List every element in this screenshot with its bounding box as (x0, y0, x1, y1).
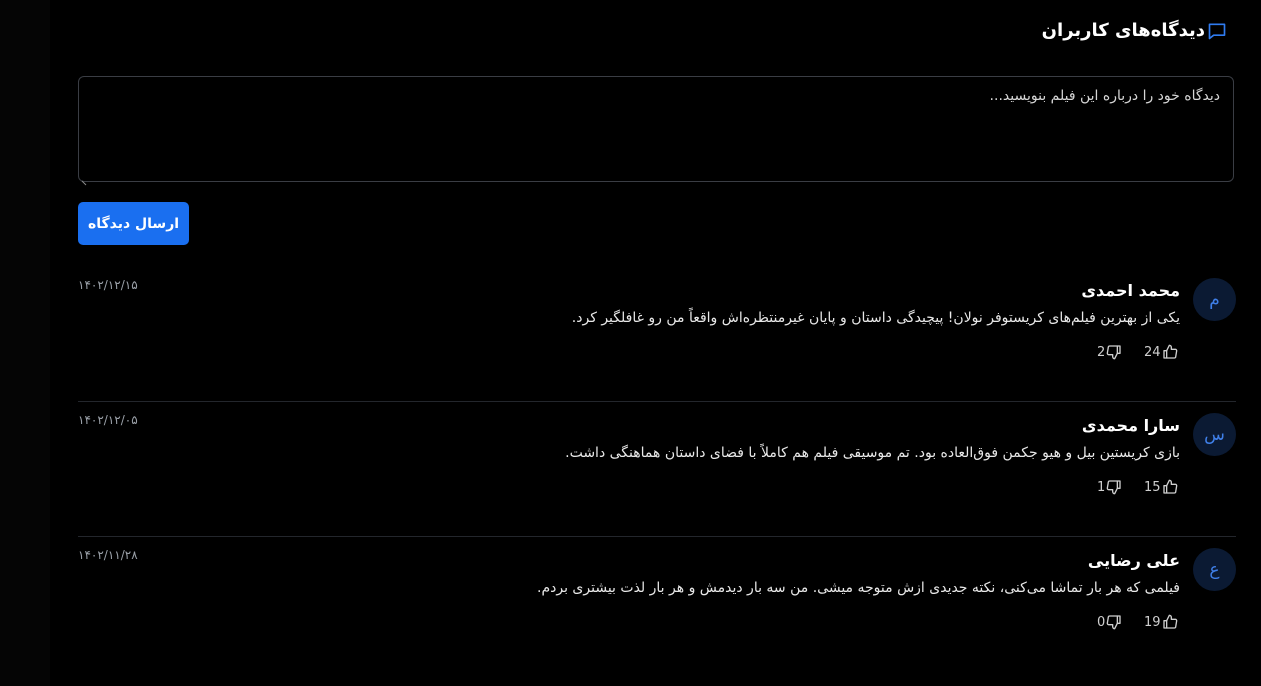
like-button[interactable]: 19 (1144, 614, 1178, 630)
like-button[interactable]: 24 (1144, 344, 1178, 360)
comment-date: ۱۴۰۲/۱۲/۰۵ (78, 413, 138, 427)
submit-comment-button[interactable]: ارسال دیدگاه (78, 202, 189, 245)
like-button[interactable]: 15 (1144, 479, 1178, 495)
dislike-count: 1 (1097, 479, 1106, 495)
thumbs-down-icon (1105, 614, 1122, 630)
thumbs-up-icon (1161, 344, 1178, 360)
left-edge-strip (0, 0, 50, 686)
like-count: 19 (1144, 614, 1161, 630)
like-count: 15 (1144, 479, 1161, 495)
dislike-button[interactable]: 1 (1097, 479, 1122, 495)
page-title: دیدگاه‌های کاربران (1041, 20, 1205, 41)
thumbs-up-icon (1161, 614, 1178, 630)
dislike-button[interactable]: 2 (1097, 344, 1122, 360)
thumbs-up-icon (1161, 479, 1178, 495)
comment-text: فیلمی که هر بار تماشا می‌کنی، نکته جدیدی… (537, 580, 1180, 596)
comment-author: محمد احمدی (1081, 281, 1180, 300)
comment-textarea[interactable]: دیدگاه خود را درباره این فیلم بنویسید... (78, 76, 1234, 186)
thumbs-down-icon (1105, 344, 1122, 360)
avatar: م (1193, 278, 1236, 321)
comments-header: دیدگاه‌های کاربران (1042, 20, 1227, 41)
comment-text: بازی کریستین بیل و هیو جکمن فوق‌العاده ب… (565, 445, 1180, 461)
comment-author: علی رضایی (1087, 551, 1180, 570)
dislike-button[interactable]: 0 (1097, 614, 1122, 630)
like-count: 24 (1144, 344, 1161, 360)
comment-item: س سارا محمدی بازی کریستین بیل و هیو جکمن… (78, 403, 1236, 537)
comment-divider (78, 401, 1236, 402)
comment-item: ع علی رضایی فیلمی که هر بار تماشا می‌کنی… (78, 538, 1236, 672)
resize-handle-icon[interactable] (80, 172, 88, 186)
comment-text: یکی از بهترین فیلم‌های کریستوفر نولان! پ… (571, 310, 1180, 326)
comment-date: ۱۴۰۲/۱۱/۲۸ (78, 548, 138, 562)
thumbs-down-icon (1105, 479, 1122, 495)
comment-divider (78, 536, 1236, 537)
avatar: ع (1193, 548, 1236, 591)
comment-author: سارا محمدی (1081, 416, 1180, 435)
avatar: س (1193, 413, 1236, 456)
comment-icon (1207, 21, 1227, 41)
dislike-count: 0 (1097, 614, 1106, 630)
comment-date: ۱۴۰۲/۱۲/۱۵ (78, 278, 138, 292)
comment-placeholder: دیدگاه خود را درباره این فیلم بنویسید... (989, 88, 1220, 104)
comment-item: م محمد احمدی یکی از بهترین فیلم‌های کریس… (78, 268, 1236, 402)
dislike-count: 2 (1097, 344, 1106, 360)
